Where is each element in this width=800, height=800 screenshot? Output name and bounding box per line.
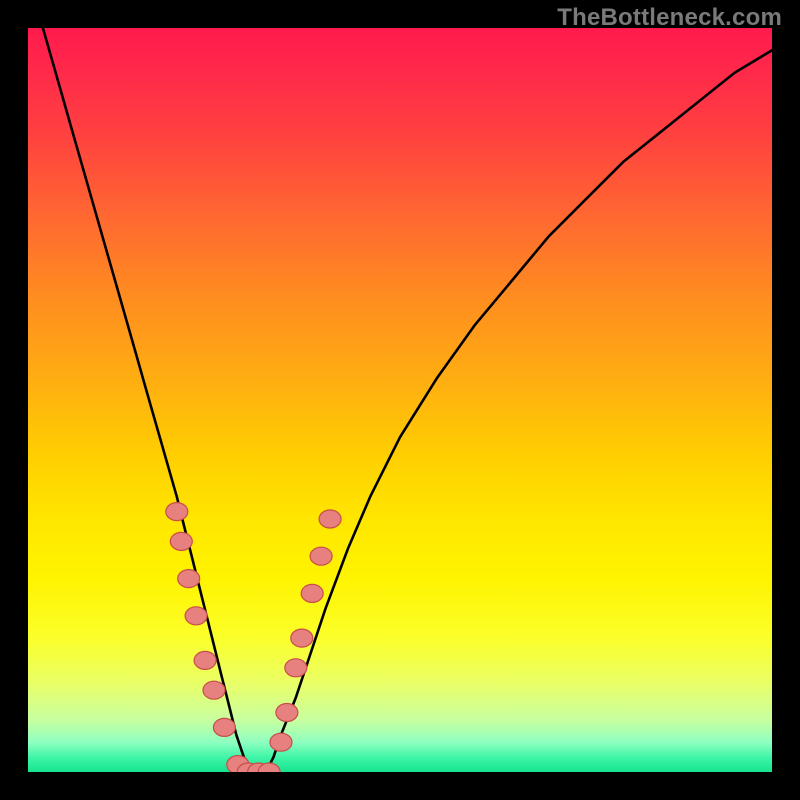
chart-frame [28,28,772,772]
scatter-point [285,659,307,677]
scatter-point [319,510,341,528]
scatter-point [178,570,200,588]
bottleneck-curve [43,28,772,772]
scatter-point [203,681,225,699]
scatter-point [276,704,298,722]
scatter-point [166,503,188,521]
scatter-point [291,629,313,647]
chart-overlay [28,28,772,772]
scatter-point [213,718,235,736]
scatter-point [185,607,207,625]
scatter-point [270,733,292,751]
scatter-point [301,584,323,602]
scatter-point [310,547,332,565]
scatter-point [194,651,216,669]
scatter-point [170,532,192,550]
